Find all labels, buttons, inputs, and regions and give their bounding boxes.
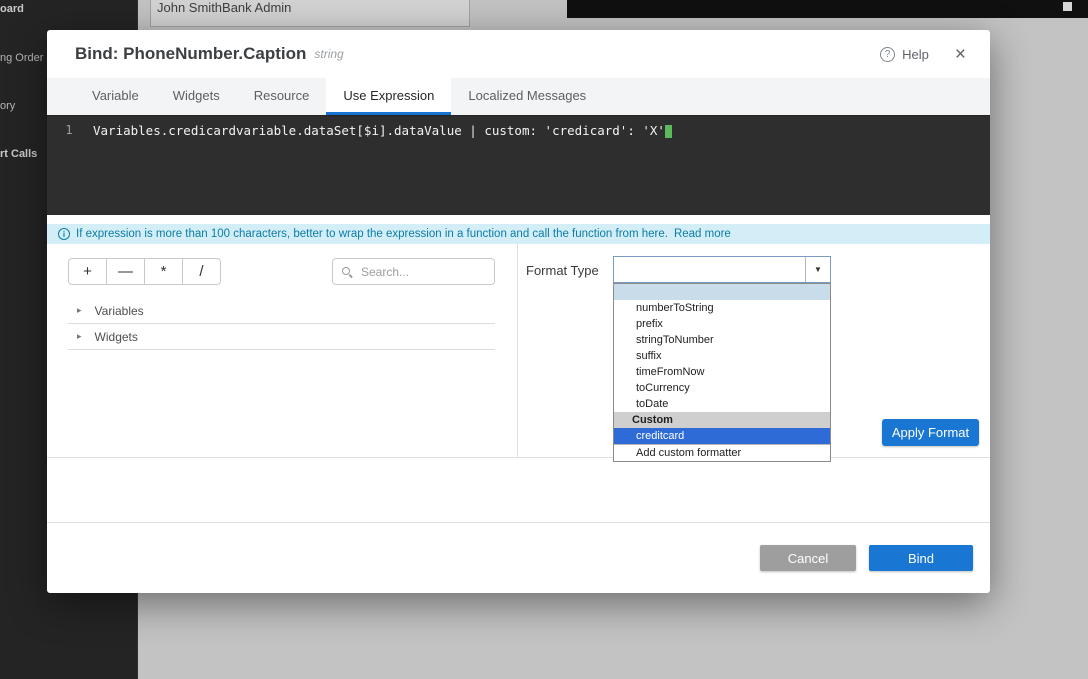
format-type-dropdown: numberToString prefix stringToNumber suf… bbox=[613, 283, 831, 462]
chevron-right-icon: ▸ bbox=[77, 331, 82, 342]
tree-item-label: Widgets bbox=[95, 330, 138, 344]
multiply-operator-button[interactable]: * bbox=[144, 258, 183, 285]
search-icon bbox=[341, 266, 353, 278]
expression-code: Variables.credicardvariable.dataSet[$i].… bbox=[93, 123, 665, 138]
search-input[interactable] bbox=[359, 264, 486, 280]
format-type-label: Format Type bbox=[526, 263, 599, 278]
dropdown-option-string-to-number[interactable]: stringToNumber bbox=[614, 332, 830, 348]
dropdown-group-custom: Custom bbox=[614, 412, 830, 428]
format-panel: Format Type ▼ numberToString prefix stri… bbox=[517, 244, 990, 457]
tree-item-label: Variables bbox=[95, 304, 144, 318]
apply-format-button[interactable]: Apply Format bbox=[882, 419, 979, 446]
dialog-header: Bind: PhoneNumber.Caption string ? Help … bbox=[47, 30, 990, 78]
subtract-operator-button[interactable]: — bbox=[106, 258, 145, 285]
help-button[interactable]: ? Help bbox=[880, 47, 929, 62]
tab-variable[interactable]: Variable bbox=[75, 78, 156, 115]
dropdown-option-add-custom-formatter[interactable]: Add custom formatter bbox=[614, 444, 830, 461]
tab-localized-messages[interactable]: Localized Messages bbox=[451, 78, 603, 115]
cancel-button[interactable]: Cancel bbox=[760, 545, 856, 571]
info-text: If expression is more than 100 character… bbox=[76, 228, 668, 240]
info-icon: i bbox=[58, 228, 70, 240]
expression-code-line: Variables.credicardvariable.dataSet[$i].… bbox=[93, 123, 672, 138]
help-icon: ? bbox=[880, 47, 895, 62]
dialog-subtitle: string bbox=[314, 47, 343, 61]
tab-resource[interactable]: Resource bbox=[237, 78, 327, 115]
dialog-content: + — * / ▸ Variables ▸ Widgets bbox=[47, 244, 990, 458]
operator-button-group: + — * / bbox=[68, 258, 221, 285]
dialog-footer: Cancel Bind bbox=[47, 522, 990, 593]
dropdown-option-number-to-string[interactable]: numberToString bbox=[614, 300, 830, 316]
dropdown-option-prefix[interactable]: prefix bbox=[614, 316, 830, 332]
dropdown-option-to-date[interactable]: toDate bbox=[614, 396, 830, 412]
tab-use-expression[interactable]: Use Expression bbox=[326, 78, 451, 115]
editor-line-number: 1 bbox=[47, 116, 91, 215]
read-more-link[interactable]: Read more bbox=[674, 228, 731, 240]
editor-caret bbox=[665, 125, 672, 138]
add-operator-button[interactable]: + bbox=[68, 258, 107, 285]
tree-item-widgets[interactable]: ▸ Widgets bbox=[68, 324, 495, 350]
tree-item-variables[interactable]: ▸ Variables bbox=[68, 298, 495, 324]
dropdown-option-blank[interactable] bbox=[614, 284, 830, 300]
expression-editor[interactable]: 1 Variables.credicardvariable.dataSet[$i… bbox=[47, 115, 990, 215]
dropdown-option-suffix[interactable]: suffix bbox=[614, 348, 830, 364]
dropdown-option-to-currency[interactable]: toCurrency bbox=[614, 380, 830, 396]
dropdown-option-creditcard[interactable]: creditcard bbox=[614, 428, 830, 444]
bind-dialog: Bind: PhoneNumber.Caption string ? Help … bbox=[47, 30, 990, 593]
format-type-select[interactable]: ▼ bbox=[613, 256, 831, 283]
search-field[interactable] bbox=[332, 258, 495, 285]
close-icon[interactable]: × bbox=[955, 45, 966, 64]
page-background: oard ng Order ory rt Calls John SmithBan… bbox=[0, 0, 1088, 679]
tab-widgets[interactable]: Widgets bbox=[156, 78, 237, 115]
dropdown-arrow-icon: ▼ bbox=[805, 257, 830, 282]
info-bar: i If expression is more than 100 charact… bbox=[47, 224, 990, 244]
help-label: Help bbox=[902, 47, 929, 62]
divide-operator-button[interactable]: / bbox=[182, 258, 221, 285]
dialog-tabs: Variable Widgets Resource Use Expression… bbox=[47, 78, 990, 115]
chevron-right-icon: ▸ bbox=[77, 305, 82, 316]
dialog-title: Bind: PhoneNumber.Caption bbox=[75, 44, 306, 64]
bind-button[interactable]: Bind bbox=[869, 545, 973, 571]
dropdown-option-time-from-now[interactable]: timeFromNow bbox=[614, 364, 830, 380]
expression-builder-panel: + — * / ▸ Variables ▸ Widgets bbox=[47, 244, 517, 457]
